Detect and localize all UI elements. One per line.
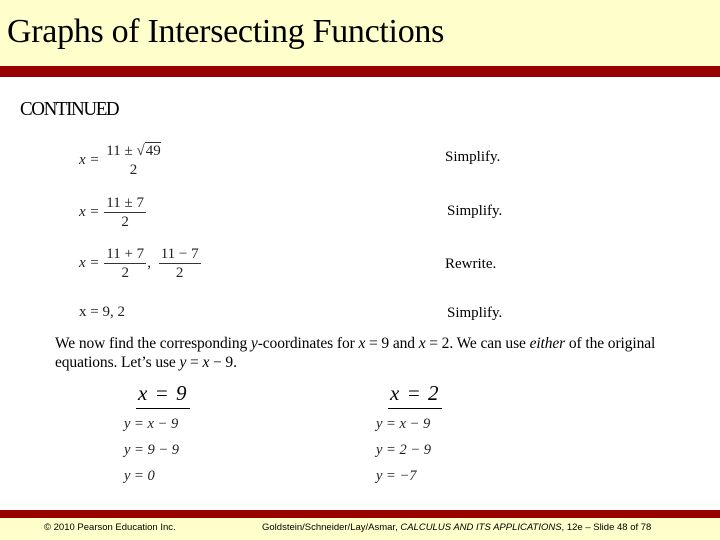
step-2-equation: x = 11 ± 7 2 [79,194,147,231]
step-2-denominator: 2 [121,214,129,230]
step-4-note: Simplify. [447,305,503,321]
step-2-fraction: 11 ± 7 2 [104,194,146,231]
step-3-fraction-1: 11 + 7 2 [104,245,147,282]
para-text: = 9 and [365,335,419,352]
column-line: y = 9 − 9 [124,442,180,458]
section-label: CONTINUED [20,98,120,121]
step-3-denominator-2: 2 [175,265,184,281]
column-line: y = x − 9 [376,416,431,432]
sqrt-symbol: √49 [136,142,161,159]
para-text: = 2. We can use [425,335,530,352]
slide-title: Graphs of Intersecting Functions [7,13,445,50]
column-heading: x = 2 [388,381,442,409]
step-3-denominator-1: 2 [121,265,129,281]
para-text: − 9. [209,354,237,371]
step-3-numerator-2: 11 − 7 [158,246,201,264]
column-line: y = x − 9 [124,416,179,432]
column-line: y = −7 [376,468,417,484]
citation-title: CALCULUS AND ITS APPLICATIONS [400,522,562,533]
step-2-note: Simplify. [447,203,503,219]
step-3-note: Rewrite. [445,256,497,272]
step-1-fraction: 11 ± √49 2 [104,142,162,179]
slide-header: Graphs of Intersecting Functions [0,0,720,66]
header-accent-bar [0,66,720,77]
step-1-note: Simplify. [445,149,501,165]
citation-authors: Goldstein/Schneider/Lay/Asmar, [262,522,401,533]
solution-column-x9: x = 9 y = x − 9 y = 9 − 9 y = 0 [124,381,190,489]
step-3-equation: x = 11 + 7 2 , 11 − 7 2 [79,245,202,282]
slide-citation: Goldstein/Schneider/Lay/Asmar, CALCULUS … [262,522,651,533]
citation-slide-number: , 12e – Slide 48 of 78 [561,522,652,533]
slide-footer: © 2010 Pearson Education Inc. Goldstein/… [0,518,720,540]
explanation-paragraph: We now find the corresponding y-coordina… [55,334,715,372]
step-1-radicand: 49 [144,142,161,159]
column-line: y = 0 [124,468,155,484]
para-text: We now find the corresponding [55,335,251,352]
step-2-numerator: 11 ± 7 [104,195,146,213]
step-3-lhs: x = [79,254,100,271]
step-3-fraction-2: 11 − 7 2 [158,245,201,282]
para-var: y [250,335,258,352]
step-3-numerator-1: 11 + 7 [104,246,147,264]
footer-accent-bar [0,510,720,518]
step-2-lhs: x = [79,203,100,220]
step-1-equation: x = 11 ± √49 2 [79,142,164,179]
para-text: = [186,354,203,371]
step-1-numerator: 11 ± √49 [104,142,162,161]
step-3-separator: , [147,254,151,271]
para-text: -coordinates for [257,335,359,352]
para-emphasis: either [529,335,566,352]
column-line: y = 2 − 9 [376,442,432,458]
solution-column-x2: x = 2 y = x − 9 y = 2 − 9 y = −7 [376,381,442,489]
step-1-lhs: x = [79,151,100,168]
copyright-notice: © 2010 Pearson Education Inc. [44,522,176,533]
step-4-equation: x = 9, 2 [79,304,125,320]
step-1-denominator: 2 [129,162,138,178]
step-1-numerator-text: 11 ± [106,143,137,159]
column-heading: x = 9 [136,381,190,409]
